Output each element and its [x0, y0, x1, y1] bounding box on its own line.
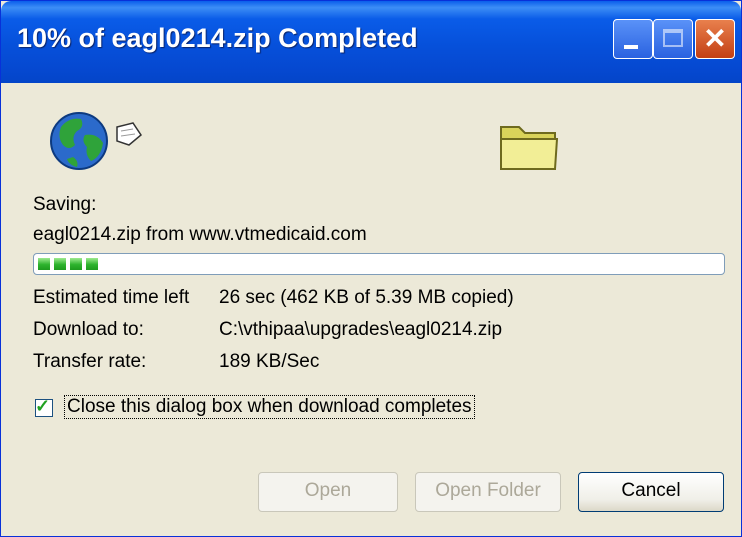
estimated-time-value: 26 sec (462 KB of 5.39 MB copied)	[219, 287, 514, 308]
transfer-rate-label: Transfer rate:	[33, 351, 147, 372]
window-title: 10% of eagl0214.zip Completed	[17, 23, 418, 53]
minimize-button[interactable]	[613, 19, 653, 59]
transfer-rate-value: 189 KB/Sec	[219, 351, 320, 372]
open-folder-button: Open Folder	[415, 472, 561, 512]
folder-icon	[500, 126, 559, 170]
close-on-complete-checkbox[interactable]: ✓	[35, 396, 53, 417]
download-to-value: C:\vthipaa\upgrades\eagl0214.zip	[219, 319, 503, 340]
close-icon: ✕	[703, 23, 727, 54]
checkmark-icon: ✓	[35, 396, 51, 416]
progress-segment	[70, 258, 82, 270]
open-button: Open	[258, 472, 398, 512]
progress-segment	[54, 258, 66, 270]
download-source: eagl0214.zip from www.vtmedicaid.com	[33, 224, 367, 245]
cancel-button[interactable]: Cancel	[578, 472, 724, 512]
download-progress-bar	[33, 253, 725, 275]
progress-segment	[38, 258, 50, 270]
saving-label: Saving:	[33, 194, 97, 215]
close-button[interactable]: ✕	[695, 19, 735, 59]
close-on-complete-label[interactable]: Close this dialog box when download comp…	[64, 395, 475, 419]
maximize-button	[653, 19, 693, 59]
estimated-time-label: Estimated time left	[33, 287, 190, 308]
download-dialog: 10% of eagl0214.zip Completed ✕ Saving: …	[0, 0, 742, 537]
download-to-label: Download to:	[33, 319, 144, 340]
globe-icon	[50, 112, 142, 170]
progress-segment	[86, 258, 98, 270]
minimize-icon	[624, 45, 638, 49]
maximize-icon	[663, 29, 683, 47]
title-bar[interactable]: 10% of eagl0214.zip Completed ✕	[1, 1, 741, 83]
